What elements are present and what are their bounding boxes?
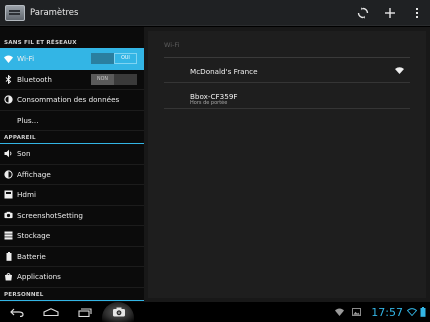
- sidebar-item-display[interactable]: Affichage: [0, 165, 144, 185]
- back-icon: [10, 308, 24, 317]
- sidebar-item-label: Stockage: [17, 231, 51, 241]
- panel-title: Wi-Fi: [164, 41, 180, 49]
- wifi-networks-panel: Wi-Fi McDonald's France Bbox-CF359F Hors…: [148, 31, 426, 298]
- recent-apps-button[interactable]: [68, 302, 102, 322]
- applications-icon: [4, 272, 13, 281]
- wifi-toggle-state: OUI: [114, 53, 137, 65]
- settings-app-icon[interactable]: [5, 4, 25, 21]
- sync-button[interactable]: [349, 0, 376, 26]
- home-button[interactable]: [34, 302, 68, 322]
- network-status: Hors de portée: [190, 100, 228, 106]
- sidebar-item-label: Wi-Fi: [17, 54, 35, 64]
- battery-icon: [4, 251, 13, 261]
- add-icon: [384, 7, 395, 18]
- overflow-menu-icon: [415, 7, 418, 18]
- battery-icon: [420, 307, 426, 317]
- sidebar-item-label: Plus...: [17, 115, 39, 125]
- section-header-device: APPAREIL: [0, 131, 144, 144]
- action-bar: Paramètres: [0, 0, 430, 26]
- sidebar-item-battery[interactable]: Batterie: [0, 247, 144, 267]
- app-title: Paramètres: [30, 7, 79, 18]
- status-tray[interactable]: 17:57: [335, 306, 430, 319]
- sidebar-item-wifi[interactable]: Wi-Fi OUI: [0, 49, 144, 70]
- sync-icon: [357, 7, 368, 18]
- sidebar-item-label: Bluetooth: [17, 74, 52, 84]
- wifi-signal-icon: [407, 308, 417, 316]
- sidebar-item-bluetooth[interactable]: Bluetooth NON: [0, 70, 144, 90]
- bluetooth-toggle-state: NON: [91, 73, 114, 85]
- sidebar-item-label: ScreenshotSetting: [17, 210, 83, 220]
- sidebar-item-hdmi[interactable]: Hdmi: [0, 185, 144, 206]
- section-header-wireless: SANS FIL ET RÉSEAUX: [0, 27, 144, 49]
- status-clock: 17:57: [371, 305, 403, 319]
- brightness-icon: [4, 170, 13, 179]
- wifi-status-icon: [335, 308, 345, 316]
- add-network-button[interactable]: [376, 0, 403, 26]
- sidebar-item-applications[interactable]: Applications: [0, 267, 144, 288]
- back-button[interactable]: [0, 302, 34, 322]
- screenshot-icon: [113, 307, 125, 317]
- storage-icon: [4, 231, 13, 240]
- overflow-menu-button[interactable]: [403, 0, 430, 26]
- hdmi-icon: [4, 190, 13, 199]
- wifi-toggle[interactable]: OUI: [91, 53, 137, 65]
- home-icon: [43, 308, 59, 316]
- wifi-detail-pane: Wi-Fi McDonald's France Bbox-CF359F Hors…: [144, 27, 430, 302]
- bluetooth-icon: [4, 74, 13, 84]
- speaker-icon: [4, 149, 13, 158]
- network-item-bbox[interactable]: Bbox-CF359F Hors de portée: [164, 84, 410, 109]
- network-ssid: McDonald's France: [190, 67, 258, 76]
- sidebar-item-sound[interactable]: Son: [0, 144, 144, 165]
- system-navigation-bar: 17:57: [0, 302, 430, 322]
- sidebar-item-label: Consommation des données: [17, 95, 120, 105]
- section-header-personal: PERSONNEL: [0, 288, 144, 301]
- action-bar-actions: [349, 0, 430, 26]
- wifi-signal-icon: [395, 67, 404, 74]
- sidebar-item-data-usage[interactable]: Consommation des données: [0, 90, 144, 111]
- recent-apps-icon: [78, 307, 92, 317]
- sidebar-item-label: Hdmi: [17, 190, 36, 200]
- camera-icon: [4, 211, 13, 220]
- sidebar-item-label: Batterie: [17, 251, 46, 261]
- sidebar-item-label: Son: [17, 149, 31, 159]
- sidebar-item-label: Applications: [17, 272, 61, 282]
- screenshot-button[interactable]: [102, 302, 136, 322]
- sidebar-item-more[interactable]: Plus...: [0, 111, 144, 131]
- sidebar-item-storage[interactable]: Stockage: [0, 226, 144, 247]
- network-item-mcdonalds[interactable]: McDonald's France: [164, 58, 410, 83]
- sidebar-item-label: Affichage: [17, 169, 51, 179]
- data-usage-icon: [4, 95, 13, 104]
- settings-categories-list: SANS FIL ET RÉSEAUX Wi-Fi OUI Bluetooth …: [0, 27, 144, 302]
- bluetooth-toggle[interactable]: NON: [91, 73, 137, 85]
- gallery-icon: [352, 308, 362, 316]
- wifi-icon: [4, 54, 13, 63]
- sidebar-item-screenshot-setting[interactable]: ScreenshotSetting: [0, 206, 144, 226]
